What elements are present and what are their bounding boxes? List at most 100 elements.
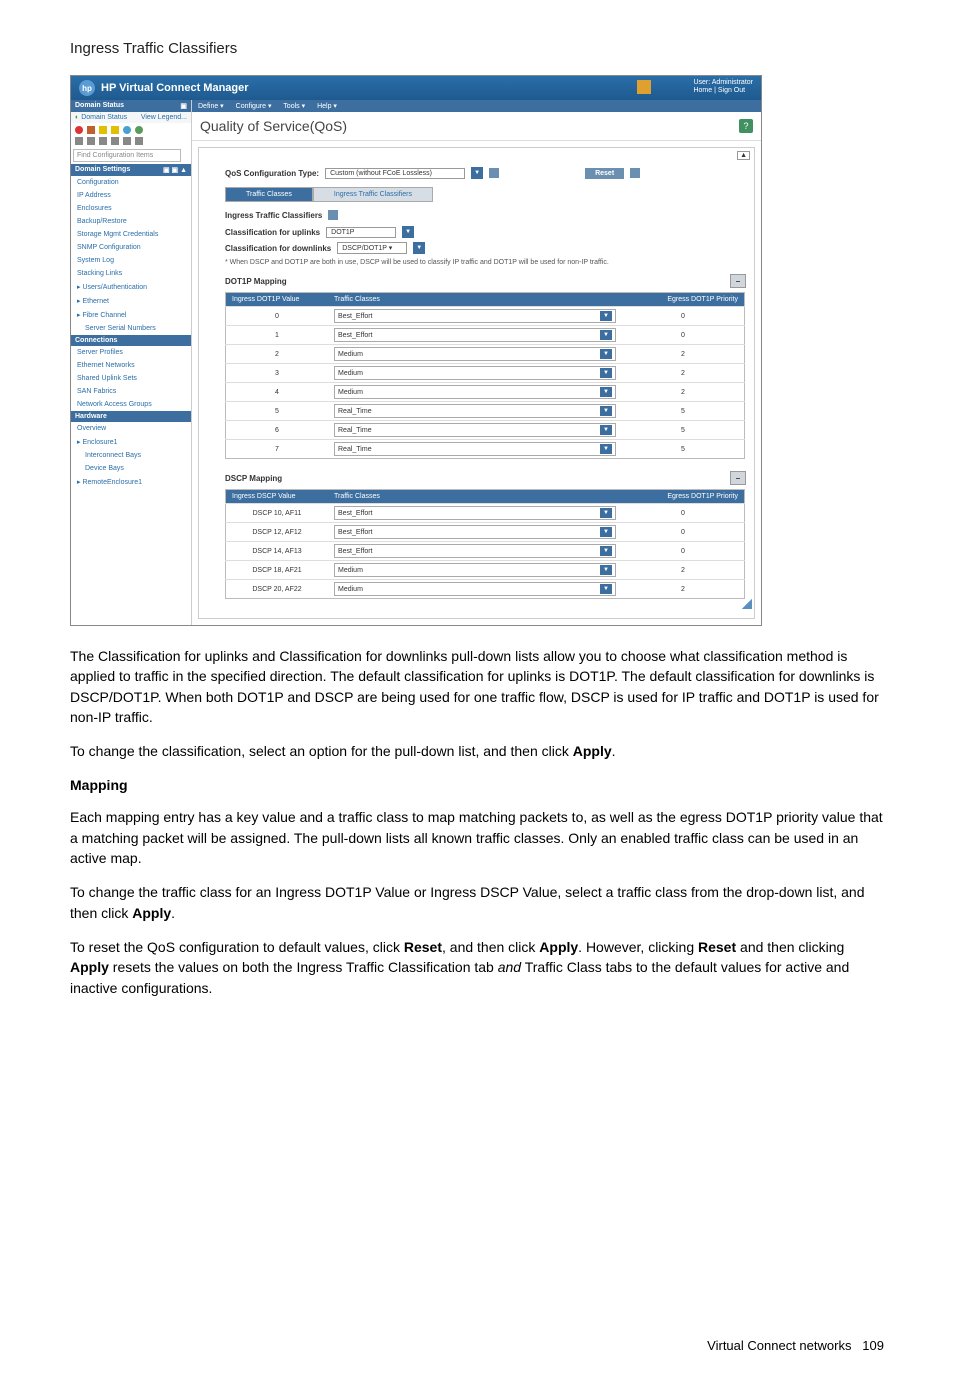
sidebar-item[interactable]: Interconnect Bays: [71, 449, 191, 462]
sidebar-item[interactable]: ▸ Enclosure1: [71, 435, 191, 449]
cell-traffic-class[interactable]: Medium▼: [328, 383, 622, 402]
sidebar-item[interactable]: SNMP Configuration: [71, 241, 191, 254]
header-icons[interactable]: ▣ ▣ ▲: [163, 166, 187, 174]
home-signout-links[interactable]: Home | Sign Out: [693, 87, 753, 95]
sidebar-item[interactable]: SAN Fabrics: [71, 385, 191, 398]
status-critical-icon[interactable]: [75, 126, 83, 134]
sidebar-item[interactable]: Configuration: [71, 176, 191, 189]
dropdown-icon[interactable]: ▼: [600, 406, 612, 416]
home-icon[interactable]: [637, 80, 651, 94]
sidebar-item-users[interactable]: ▸ Users/Authentication: [71, 280, 191, 294]
sidebar-item-ethernet[interactable]: ▸ Ethernet: [71, 294, 191, 308]
sidebar-item[interactable]: Server Profiles: [71, 346, 191, 359]
sidebar-item[interactable]: IP Address: [71, 189, 191, 202]
apply-bold: Apply: [70, 959, 109, 975]
cell-traffic-class[interactable]: Best_Effort▼: [328, 504, 622, 523]
collapse-icon[interactable]: ▣: [180, 102, 187, 110]
menu-tools[interactable]: Tools ▾: [283, 103, 305, 110]
cell-traffic-class[interactable]: Real_Time▼: [328, 402, 622, 421]
dropdown-icon[interactable]: ▼: [600, 425, 612, 435]
cell-egress-priority: 0: [622, 504, 745, 523]
sidebar-item[interactable]: Backup/Restore: [71, 215, 191, 228]
dropdown-icon[interactable]: ▼: [600, 546, 612, 556]
sidebar-item[interactable]: Ethernet Networks: [71, 359, 191, 372]
tab-traffic-classes[interactable]: Traffic Classes: [225, 187, 313, 202]
dropdown-icon[interactable]: ▼: [471, 167, 483, 179]
remote-enclosure-label: RemoteEnclosure1: [82, 479, 142, 486]
cell-traffic-class[interactable]: Medium▼: [328, 364, 622, 383]
tabs: Traffic Classes Ingress Traffic Classifi…: [225, 187, 754, 202]
info-icon[interactable]: [630, 168, 640, 178]
reset-button[interactable]: Reset: [585, 168, 624, 179]
sidebar-item[interactable]: Stacking Links: [71, 267, 191, 280]
paragraph: To change the traffic class for an Ingre…: [70, 882, 884, 923]
help-icon[interactable]: ?: [739, 119, 753, 133]
table-row: DSCP 12, AF12Best_Effort▼0: [226, 523, 745, 542]
sidebar-item-fc[interactable]: ▸ Fibre Channel: [71, 308, 191, 322]
tab-ingress-classifiers[interactable]: Ingress Traffic Classifiers: [313, 187, 433, 202]
domain-status-row[interactable]: ◐ Domain Status View Legend...: [71, 112, 191, 123]
cell-traffic-class[interactable]: Medium▼: [328, 580, 622, 599]
sidebar: Domain Status ▣ ◐ Domain Status View Leg…: [71, 100, 192, 625]
col-egress-priority: Egress DOT1P Priority: [622, 293, 745, 307]
note-text: * When DSCP and DOT1P are both in use, D…: [199, 256, 754, 270]
menu-help[interactable]: Help ▾: [317, 103, 337, 110]
resize-grip-icon[interactable]: [199, 599, 754, 612]
config-type-select[interactable]: Custom (without FCoE Lossless): [325, 168, 465, 179]
cell-traffic-class[interactable]: Best_Effort▼: [328, 542, 622, 561]
menubar[interactable]: Define ▾ Configure ▾ Tools ▾ Help ▾: [192, 100, 761, 112]
cell-traffic-class[interactable]: Medium▼: [328, 345, 622, 364]
status-degraded-icon[interactable]: [87, 126, 95, 134]
status-ok-icon[interactable]: [135, 126, 143, 134]
cell-traffic-class[interactable]: Real_Time▼: [328, 421, 622, 440]
collapse-icon[interactable]: –: [730, 471, 746, 485]
cell-traffic-class[interactable]: Real_Time▼: [328, 440, 622, 459]
status-minor-icon[interactable]: [111, 126, 119, 134]
downlinks-select[interactable]: DSCP/DOT1P ▾: [337, 242, 407, 254]
view-legend-link[interactable]: View Legend...: [141, 114, 187, 121]
scroll-up-icon[interactable]: ▲: [737, 151, 750, 160]
dropdown-icon[interactable]: ▼: [600, 330, 612, 340]
dropdown-icon[interactable]: ▼: [600, 311, 612, 321]
sidebar-item[interactable]: Enclosures: [71, 202, 191, 215]
sidebar-item[interactable]: Device Bays: [71, 462, 191, 475]
menu-define[interactable]: Define ▾: [198, 103, 224, 110]
cell-traffic-class[interactable]: Best_Effort▼: [328, 326, 622, 345]
footer-text: Virtual Connect networks: [707, 1338, 851, 1353]
and-italic: and: [498, 959, 521, 975]
dropdown-icon[interactable]: ▼: [402, 226, 414, 238]
sidebar-item[interactable]: Overview: [71, 422, 191, 435]
cell-egress-priority: 0: [622, 326, 745, 345]
sidebar-item[interactable]: Storage Mgmt Credentials: [71, 228, 191, 241]
cell-traffic-class[interactable]: Best_Effort▼: [328, 523, 622, 542]
collapse-icon[interactable]: –: [730, 274, 746, 288]
sidebar-item[interactable]: Server Serial Numbers: [71, 322, 191, 335]
paragraph: Each mapping entry has a key value and a…: [70, 807, 884, 868]
menu-configure[interactable]: Configure ▾: [236, 103, 272, 110]
dropdown-icon[interactable]: ▼: [413, 242, 425, 254]
content-area: Define ▾ Configure ▾ Tools ▾ Help ▾ Qual…: [192, 100, 761, 625]
cell-ingress-value: 6: [226, 421, 329, 440]
dropdown-icon[interactable]: ▼: [600, 527, 612, 537]
info-icon[interactable]: [489, 168, 499, 178]
status-info-icon[interactable]: [123, 126, 131, 134]
table-row: 4Medium▼2: [226, 383, 745, 402]
sidebar-item[interactable]: ▸ RemoteEnclosure1: [71, 475, 191, 489]
dropdown-icon[interactable]: ▼: [600, 387, 612, 397]
status-warning-icon[interactable]: [99, 126, 107, 134]
dropdown-icon[interactable]: ▼: [600, 444, 612, 454]
cell-traffic-class[interactable]: Medium▼: [328, 561, 622, 580]
uplinks-select[interactable]: DOT1P: [326, 227, 396, 238]
search-input[interactable]: Find Configuration Items: [73, 149, 181, 162]
cell-egress-priority: 0: [622, 542, 745, 561]
dropdown-icon[interactable]: ▼: [600, 565, 612, 575]
info-icon[interactable]: [328, 210, 338, 220]
dropdown-icon[interactable]: ▼: [600, 349, 612, 359]
sidebar-item[interactable]: Shared Uplink Sets: [71, 372, 191, 385]
dropdown-icon[interactable]: ▼: [600, 584, 612, 594]
sidebar-item[interactable]: Network Access Groups: [71, 398, 191, 411]
dropdown-icon[interactable]: ▼: [600, 368, 612, 378]
dropdown-icon[interactable]: ▼: [600, 508, 612, 518]
sidebar-item[interactable]: System Log: [71, 254, 191, 267]
cell-traffic-class[interactable]: Best_Effort▼: [328, 307, 622, 326]
